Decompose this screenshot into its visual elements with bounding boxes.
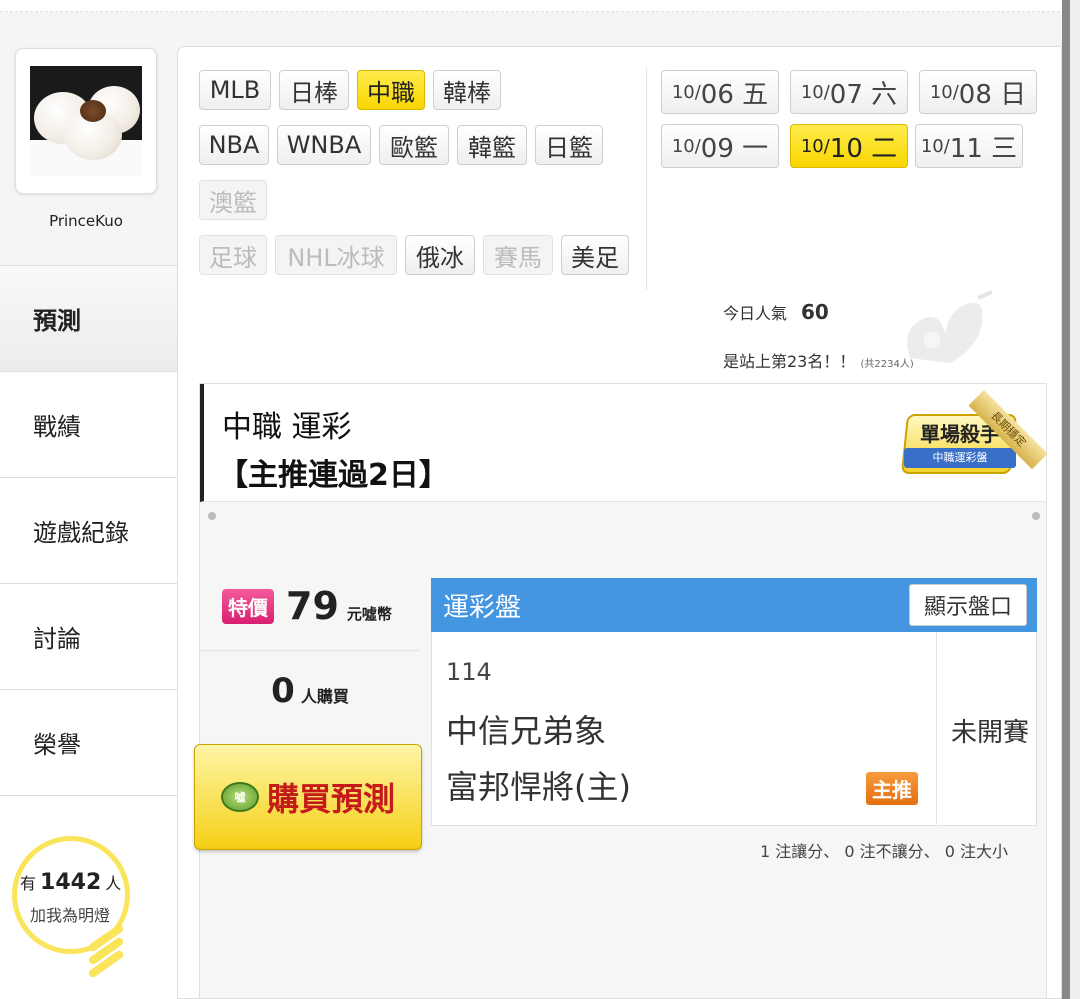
date-day: 07 六	[829, 79, 898, 110]
sport-chip-nhl[interactable]: NHL冰球	[275, 235, 397, 275]
team-away: 中信兄弟象	[446, 712, 607, 750]
scrollbar[interactable]	[1062, 0, 1070, 999]
date-day: 11 三	[949, 133, 1018, 164]
odds-divider	[936, 632, 937, 826]
right-edge	[1070, 0, 1080, 999]
sport-chip-kbo[interactable]: 韓棒	[433, 70, 501, 110]
date-month: 10/	[671, 81, 701, 103]
date-chip-1011[interactable]: 10/11 三	[915, 124, 1023, 168]
bulb-base-icon	[86, 923, 126, 984]
fans-suffix: 人	[105, 874, 122, 893]
sport-chip-nba[interactable]: NBA	[199, 125, 269, 165]
fans-count: 1442	[40, 870, 102, 895]
date-chip-1006[interactable]: 10/06 五	[661, 70, 779, 114]
badge-ribbon: 中職運彩盤	[904, 448, 1016, 468]
nav-item-honor[interactable]: 榮譽	[0, 689, 177, 795]
card-header: 中職 運彩 【主推連過2日】 單場殺手 中職運彩盤 長期穩定	[200, 384, 1048, 502]
date-chip-1008[interactable]: 10/08 日	[919, 70, 1037, 114]
prediction-card: 中職 運彩 【主推連過2日】 單場殺手 中職運彩盤 長期穩定 特價 79 元噓幣…	[194, 383, 1048, 999]
avatar[interactable]	[15, 48, 157, 194]
game-number: 114	[446, 658, 492, 686]
price-row: 特價 79 元噓幣	[222, 584, 392, 628]
date-day: 10 二	[829, 133, 898, 164]
price-value: 79	[286, 584, 339, 628]
popularity-value: 60	[801, 300, 829, 324]
username: PrinceKuo	[49, 212, 123, 230]
price-unit: 元噓幣	[346, 604, 392, 623]
bet-summary: 1 注讓分、 0 注不讓分、 0 注大小	[760, 842, 1008, 861]
sport-chip-korea-basketball[interactable]: 韓籃	[457, 125, 527, 165]
team-home: 富邦悍將(主)	[446, 768, 631, 806]
main-pick-tag: 主推	[866, 772, 918, 805]
pin-icon	[1032, 512, 1040, 520]
sport-chip-khl[interactable]: 俄冰	[405, 235, 475, 275]
date-day: 09 一	[700, 133, 769, 164]
buy-prediction-button[interactable]: 噓 購買預測	[194, 744, 422, 850]
date-month: 10/	[929, 81, 959, 103]
date-month: 10/	[800, 135, 830, 157]
special-price-tag: 特價	[222, 588, 274, 624]
fans-panel[interactable]: 有 1442 人 加我為明燈	[0, 795, 177, 999]
fans-prefix: 有	[20, 874, 37, 893]
sport-chip-cpbl[interactable]: 中職	[357, 70, 425, 110]
sport-chip-wnba[interactable]: WNBA	[277, 125, 371, 165]
date-chip-1007[interactable]: 10/07 六	[790, 70, 908, 114]
decorative-logo-icon	[907, 290, 993, 363]
sport-chip-mlb[interactable]: MLB	[199, 70, 271, 110]
odds-header: 運彩盤 顯示盤口	[431, 578, 1037, 632]
card-subtitle: 【主推連過2日】	[218, 458, 449, 493]
fans-label: 加我為明燈	[30, 906, 111, 925]
sport-chip-soccer[interactable]: 足球	[199, 235, 267, 275]
date-chip-1009[interactable]: 10/09 一	[661, 124, 779, 168]
date-chip-1010[interactable]: 10/10 二	[790, 124, 908, 168]
odds-body: 114 中信兄弟象 富邦悍將(主) 主推 未開賽	[431, 632, 1037, 826]
date-month: 10/	[920, 135, 950, 157]
fans-count-line: 有 1442 人	[20, 870, 121, 895]
date-month: 10/	[671, 135, 701, 157]
popularity-today: 今日人氣 60	[723, 300, 829, 324]
page: PrinceKuo 預測 戰績 遊戲紀錄 討論 榮譽 有 1442 人 加我為明燈 …	[0, 0, 1080, 999]
popularity-rank: 是站上第23名！！ (共2234人)	[723, 348, 914, 372]
sport-chip-npb[interactable]: 日棒	[279, 70, 349, 110]
date-day: 06 五	[700, 79, 769, 110]
coin-icon: 噓	[220, 782, 259, 812]
top-border	[0, 0, 1080, 12]
nav-item-record[interactable]: 戰績	[0, 371, 177, 477]
nav-item-discussion[interactable]: 討論	[0, 583, 177, 689]
show-odds-button[interactable]: 顯示盤口	[908, 584, 1027, 626]
sport-chip-horse-racing[interactable]: 賽馬	[483, 235, 553, 275]
buy-label: 購買預測	[266, 780, 395, 818]
sport-chip-aus-basketball[interactable]: 澳籃	[199, 180, 267, 220]
avatar-image	[30, 66, 142, 176]
nav-item-game-log[interactable]: 遊戲紀錄	[0, 477, 177, 583]
sport-chip-nfl[interactable]: 美足	[561, 235, 629, 275]
filter-divider	[646, 68, 647, 290]
sport-chip-euro-basketball[interactable]: 歐籃	[379, 125, 449, 165]
nav-item-predict[interactable]: 預測	[0, 265, 177, 371]
buyers-number: 0	[271, 671, 295, 711]
popularity-label: 今日人氣	[723, 304, 788, 323]
date-day: 08 日	[958, 79, 1027, 110]
buyers-count: 0 人購買	[200, 650, 420, 711]
rank-text: 是站上第23名！！	[723, 352, 856, 371]
sport-chip-japan-basketball[interactable]: 日籃	[535, 125, 603, 165]
date-month: 10/	[800, 81, 830, 103]
game-status: 未開賽	[950, 718, 1029, 748]
buyers-label: 人購買	[300, 687, 349, 706]
pin-icon	[208, 512, 216, 520]
card-title: 中職 運彩	[222, 410, 352, 445]
filling-shape	[80, 100, 106, 122]
odds-title: 運彩盤	[443, 592, 522, 623]
